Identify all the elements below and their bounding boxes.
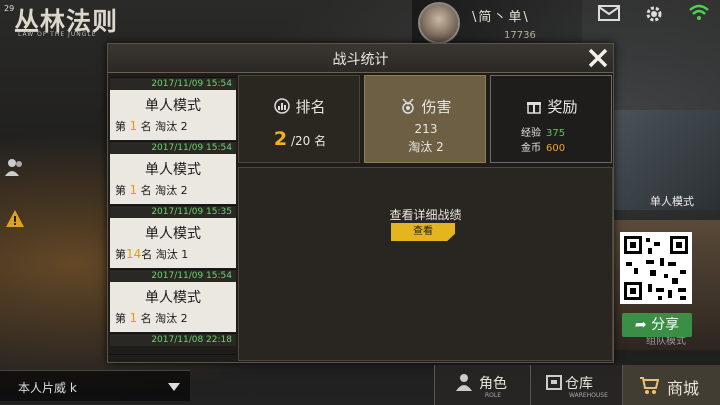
match-rank: 第 1 名 淘汰 2: [115, 311, 188, 325]
chat-input[interactable]: 本人片威 k: [0, 370, 190, 401]
share-icon: ➦: [634, 317, 647, 333]
gift-icon: [526, 98, 542, 114]
share-label: 分享: [651, 317, 680, 333]
tab-damage-label: 伤害: [421, 98, 452, 116]
match-rank: 第 1 名 淘汰 2: [115, 119, 188, 133]
detail-panel: 查看详细战绩 查看: [238, 167, 613, 361]
reward-gold: 金币 600: [521, 143, 566, 154]
tab-reward[interactable]: 奖励 经验 375 金币 600: [490, 75, 612, 163]
list-item[interactable]: 2017/11/08 22:18: [110, 334, 236, 355]
nav-role-en: ROLE: [485, 392, 502, 399]
qr-code: [620, 232, 692, 304]
match-rank: 第14名 淘汰 1: [115, 247, 189, 261]
side-mode-label: 单人模式: [650, 195, 694, 208]
stat-tabs: 排名 2 /20 名 伤害 213 淘汰 2 奖励 经验 375 金币 600: [238, 75, 612, 163]
nav-warehouse-label: 仓库: [565, 376, 593, 392]
nav-warehouse-en: WAREHOUSE: [569, 392, 608, 399]
match-mode: 单人模式: [145, 162, 201, 178]
list-item[interactable]: 2017/11/09 15:54 单人模式 第 1 名 淘汰 2: [110, 270, 236, 334]
tab-damage[interactable]: 伤害 213 淘汰 2: [364, 75, 486, 163]
mail-icon[interactable]: [598, 4, 620, 24]
role-icon: [455, 373, 473, 391]
damage-kills: 淘汰 2: [408, 140, 444, 154]
chat-input-text: 本人片威 k: [18, 381, 77, 395]
nav-warehouse-button[interactable]: 仓库 WAREHOUSE: [530, 365, 623, 405]
damage-value: 213: [414, 122, 438, 136]
nav-shop-label: 商城: [667, 379, 700, 398]
rank-icon: [274, 98, 291, 114]
chevron-down-icon[interactable]: [166, 379, 182, 393]
nav-role-button[interactable]: 角色 ROLE: [434, 365, 531, 405]
dialog-header: 战斗统计: [108, 44, 613, 73]
share-button[interactable]: ➦ 分享: [622, 313, 692, 337]
rank-value: 2 /20 名: [273, 128, 327, 150]
match-mode: 单人模式: [145, 226, 201, 242]
reward-exp: 经验 375: [521, 128, 566, 139]
friends-icon[interactable]: [4, 156, 26, 178]
warehouse-icon: [545, 373, 563, 391]
match-mode: 单人模式: [145, 290, 201, 306]
list-item[interactable]: 2017/11/09 15:54 单人模式 第 1 名 淘汰 2: [110, 78, 236, 142]
tab-rank-label: 排名: [295, 98, 326, 116]
close-icon: [588, 48, 608, 68]
logo-subtitle: LAW OF THE JUNGLE: [18, 31, 97, 38]
list-item[interactable]: 2017/11/09 15:35 单人模式 第14名 淘汰 1: [110, 206, 236, 270]
nav-shop-button[interactable]: 商城: [622, 365, 720, 405]
game-logo: 29 丛林法则 LAW OF THE JUNGLE: [4, 2, 138, 38]
list-item[interactable]: 2017/11/09 15:54 单人模式 第 1 名 淘汰 2: [110, 142, 236, 206]
wifi-icon: [688, 4, 710, 24]
dialog-title: 战斗统计: [332, 52, 389, 68]
match-date: 2017/11/09 15:54: [110, 142, 236, 154]
tab-rank[interactable]: 排名 2 /20 名: [238, 75, 360, 163]
detail-text: 查看详细战绩: [389, 208, 462, 222]
nav-role-label: 角色: [479, 376, 507, 392]
match-rank: 第 1 名 淘汰 2: [115, 183, 188, 197]
match-date: 2017/11/09 15:35: [110, 206, 236, 218]
tab-reward-label: 奖励: [547, 98, 578, 116]
player-name: \简丶单\: [472, 10, 530, 25]
battle-stats-dialog: 战斗统计 2017/11/09 15:54 单人模式 第 1 名 淘汰 2 20…: [107, 43, 614, 363]
top-icons: [596, 4, 716, 28]
cart-icon: [639, 375, 660, 394]
medal-icon: [400, 98, 416, 114]
gear-icon[interactable]: [644, 4, 666, 24]
match-date: 2017/11/08 22:18: [110, 334, 236, 346]
match-date: 2017/11/09 15:54: [110, 78, 236, 90]
coin-count: 17736: [504, 30, 536, 41]
close-button[interactable]: [586, 46, 610, 70]
alert-icon[interactable]: [4, 208, 26, 230]
match-date: 2017/11/09 15:54: [110, 270, 236, 282]
match-history-list[interactable]: 2017/11/09 15:54 单人模式 第 1 名 淘汰 2 2017/11…: [110, 73, 236, 359]
avatar[interactable]: [418, 2, 460, 44]
view-details-button[interactable]: 查看: [391, 223, 455, 241]
player-profile[interactable]: \简丶单\ 17736: [412, 0, 582, 44]
corner-number: 29: [4, 4, 15, 13]
match-mode: 单人模式: [145, 98, 201, 114]
